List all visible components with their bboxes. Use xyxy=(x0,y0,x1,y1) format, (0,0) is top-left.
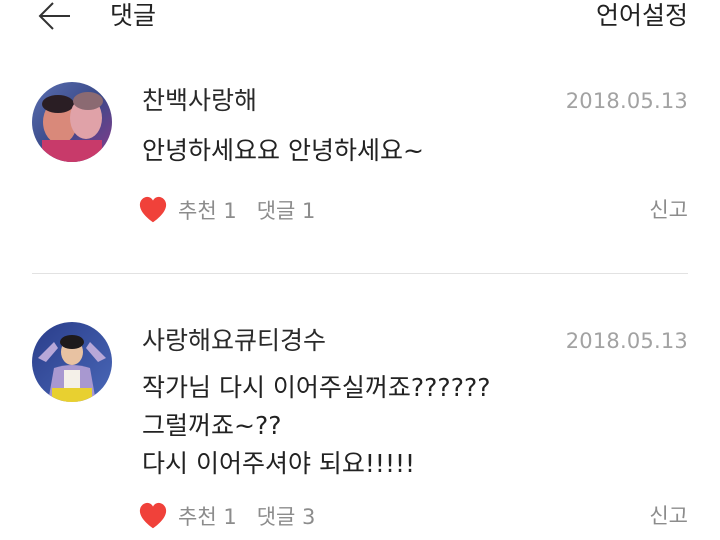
like-count[interactable]: 추천 1 xyxy=(178,195,237,225)
language-setting-button[interactable]: 언어설정 xyxy=(596,0,688,32)
heart-icon[interactable] xyxy=(138,195,168,225)
back-button[interactable] xyxy=(36,0,76,36)
comment-actions: 추천 1 댓글 1 xyxy=(138,192,315,228)
like-count[interactable]: 추천 1 xyxy=(178,501,237,531)
reply-count[interactable]: 댓글 3 xyxy=(257,501,316,531)
divider xyxy=(32,273,688,274)
comment-username: 사랑해요큐티경수 xyxy=(142,326,327,355)
page-title: 댓글 xyxy=(110,1,157,30)
comment-body: 안녕하세요요 안녕하세요~ xyxy=(142,136,424,165)
avatar[interactable] xyxy=(32,322,112,402)
comment-date: 2018.05.13 xyxy=(565,89,688,113)
comment-actions: 추천 1 댓글 3 xyxy=(138,498,315,534)
comment-date: 2018.05.13 xyxy=(565,329,688,353)
report-button[interactable]: 신고 xyxy=(649,498,688,534)
arrow-left-icon xyxy=(38,2,70,30)
heart-icon[interactable] xyxy=(138,501,168,531)
avatar[interactable] xyxy=(32,82,112,162)
reply-count[interactable]: 댓글 1 xyxy=(257,195,316,225)
app-header: 댓글 언어설정 xyxy=(0,0,720,36)
comment-username: 찬백사랑해 xyxy=(142,86,258,115)
report-button[interactable]: 신고 xyxy=(649,192,688,228)
comment-body: 작가님 다시 이어주실꺼죠?????? 그럴꺼죠~?? 다시 이어주셔야 되요!… xyxy=(142,373,491,478)
